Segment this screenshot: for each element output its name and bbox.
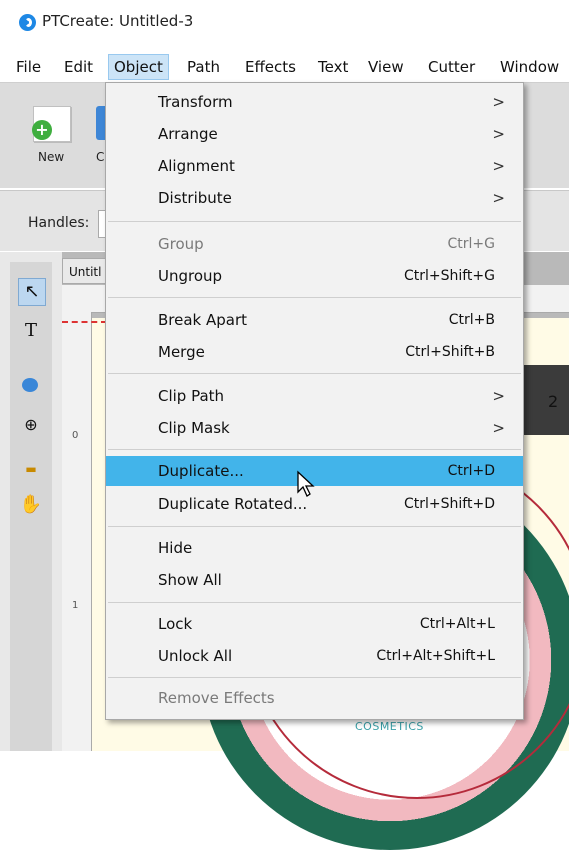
plus-icon: +	[32, 120, 52, 140]
vertical-ruler	[62, 312, 92, 751]
menu-separator	[108, 221, 521, 222]
menu-item-hide[interactable]: Hide	[106, 533, 523, 563]
menu-item-shortcut: Ctrl+G	[447, 236, 496, 252]
ptcreate-logo-icon	[19, 14, 36, 31]
ruler-tool-icon[interactable]: ▬	[18, 456, 44, 482]
menu-item-shortcut: Ctrl+Alt+L	[419, 616, 495, 632]
menu-edit[interactable]: Edit	[64, 55, 93, 79]
menu-separator	[108, 297, 521, 298]
menu-item-shortcut: Ctrl+Alt+Shift+L	[376, 648, 495, 664]
menu-file[interactable]: File	[16, 55, 41, 79]
menu-item-label: Remove Effects	[158, 689, 275, 707]
menu-item-shortcut: Ctrl+Shift+G	[403, 268, 495, 284]
menu-item-label: Alignment	[158, 157, 235, 175]
menu-item-group[interactable]: Group Ctrl+G	[106, 229, 523, 259]
menu-item-label: Merge	[158, 343, 205, 361]
menu-separator	[108, 449, 521, 450]
hand-pan-tool-icon[interactable]: ✋	[18, 492, 44, 518]
menu-item-distribute[interactable]: Distribute >	[106, 183, 523, 213]
menu-separator	[108, 602, 521, 603]
menu-text[interactable]: Text	[318, 55, 348, 79]
menu-item-alignment[interactable]: Alignment >	[106, 151, 523, 181]
menu-item-label: Break Apart	[158, 311, 248, 329]
menu-item-label: Duplicate...	[158, 462, 244, 480]
menu-bar: File Edit Object Path Effects Text View …	[0, 50, 569, 82]
menu-view[interactable]: View	[368, 55, 404, 79]
menu-item-label: Hide	[158, 539, 193, 557]
menu-separator	[108, 526, 521, 527]
menu-item-label: Clip Path	[158, 387, 225, 405]
handles-label: Handles:	[28, 215, 90, 231]
menu-item-clip-mask[interactable]: Clip Mask >	[106, 413, 523, 443]
menu-path[interactable]: Path	[187, 55, 220, 79]
menu-item-shortcut: Ctrl+Shift+B	[405, 344, 495, 360]
menu-separator	[108, 373, 521, 374]
menu-item-shortcut: Ctrl+Shift+D	[404, 496, 495, 512]
submenu-arrow-icon: >	[492, 387, 505, 405]
menu-separator	[108, 677, 521, 678]
menu-item-label: Transform	[158, 93, 233, 111]
ruler-tick-one: 1	[72, 600, 79, 611]
menu-object[interactable]: Object	[108, 54, 169, 80]
menu-item-label: Unlock All	[158, 647, 233, 665]
menu-item-arrange[interactable]: Arrange >	[106, 119, 523, 149]
submenu-arrow-icon: >	[492, 189, 505, 207]
artwork-text: COSMETICS	[355, 720, 424, 733]
guide-line	[62, 321, 107, 323]
menu-item-label: Clip Mask	[158, 419, 230, 437]
menu-item-shortcut: Ctrl+D	[447, 463, 495, 479]
menu-window[interactable]: Window	[500, 55, 559, 79]
title-bar: PTCreate: Untitled-3	[0, 0, 569, 44]
ellipse-tool-icon[interactable]	[22, 378, 38, 392]
zoom-tool-icon[interactable]: ⊕	[18, 412, 44, 438]
select-arrow-tool-icon[interactable]: ↖	[18, 278, 46, 306]
menu-effects[interactable]: Effects	[245, 55, 296, 79]
menu-item-break-apart[interactable]: Break Apart Ctrl+B	[106, 305, 523, 335]
menu-item-clip-path[interactable]: Clip Path >	[106, 381, 523, 411]
menu-item-transform[interactable]: Transform >	[106, 87, 523, 117]
menu-item-label: Ungroup	[158, 267, 223, 285]
text-tool-icon[interactable]: T	[18, 318, 44, 344]
menu-item-label: Lock	[158, 615, 193, 633]
menu-item-label: Duplicate Rotated...	[158, 495, 308, 513]
menu-item-shortcut: Ctrl+B	[448, 312, 495, 328]
ruler-tick-zero: 0	[72, 430, 79, 441]
artwork-dark-strip	[520, 365, 569, 435]
menu-item-label: Arrange	[158, 125, 218, 143]
open-button-label: C	[96, 150, 105, 164]
menu-item-unlock-all[interactable]: Unlock All Ctrl+Alt+Shift+L	[106, 641, 523, 671]
new-button-label: New	[38, 150, 65, 164]
menu-item-label: Distribute	[158, 189, 232, 207]
menu-cutter[interactable]: Cutter	[428, 55, 475, 79]
menu-item-label: Group	[158, 235, 204, 253]
submenu-arrow-icon: >	[492, 125, 505, 143]
window-title: PTCreate: Untitled-3	[42, 12, 194, 30]
menu-item-merge[interactable]: Merge Ctrl+Shift+B	[106, 337, 523, 367]
artwork-number: 2	[548, 392, 559, 411]
menu-item-ungroup[interactable]: Ungroup Ctrl+Shift+G	[106, 261, 523, 291]
submenu-arrow-icon: >	[492, 157, 505, 175]
submenu-arrow-icon: >	[492, 93, 505, 111]
menu-item-lock[interactable]: Lock Ctrl+Alt+L	[106, 609, 523, 639]
menu-item-remove-effects[interactable]: Remove Effects	[106, 683, 523, 713]
menu-item-show-all[interactable]: Show All	[106, 565, 523, 595]
object-menu-dropdown: Transform > Arrange > Alignment > Distri…	[105, 82, 524, 720]
submenu-arrow-icon: >	[492, 419, 505, 437]
menu-item-label: Show All	[158, 571, 222, 589]
mouse-pointer-icon	[297, 470, 315, 497]
